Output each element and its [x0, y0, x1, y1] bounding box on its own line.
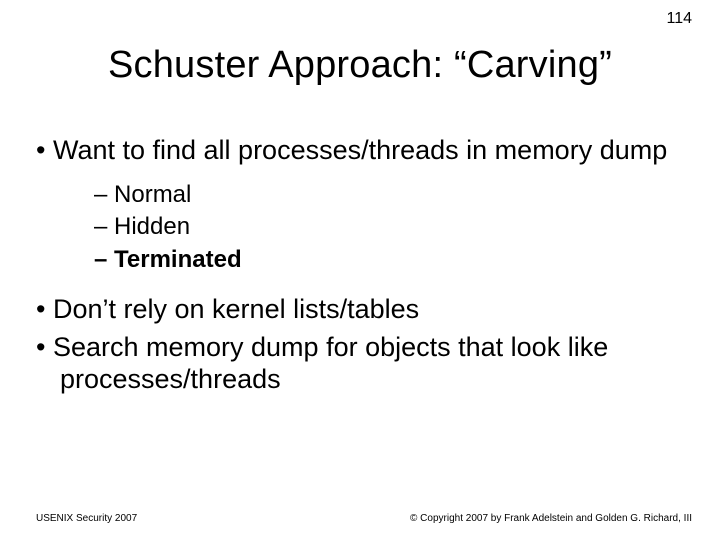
subitem-normal: Normal [94, 179, 684, 211]
sublist: Normal Hidden Terminated [94, 179, 684, 276]
footer-right: © Copyright 2007 by Frank Adelstein and … [410, 513, 692, 524]
subitem-hidden: Hidden [94, 211, 684, 243]
slide-title: Schuster Approach: “Carving” [0, 44, 720, 87]
slide-body: Want to find all processes/threads in me… [36, 135, 684, 402]
bullet-3: Search memory dump for objects that look… [36, 332, 684, 396]
bullet-1: Want to find all processes/threads in me… [36, 135, 684, 167]
bullet-2: Don’t rely on kernel lists/tables [36, 294, 684, 326]
subitem-terminated: Terminated [94, 244, 684, 276]
page-number: 114 [666, 10, 692, 28]
footer-left: USENIX Security 2007 [36, 513, 137, 524]
